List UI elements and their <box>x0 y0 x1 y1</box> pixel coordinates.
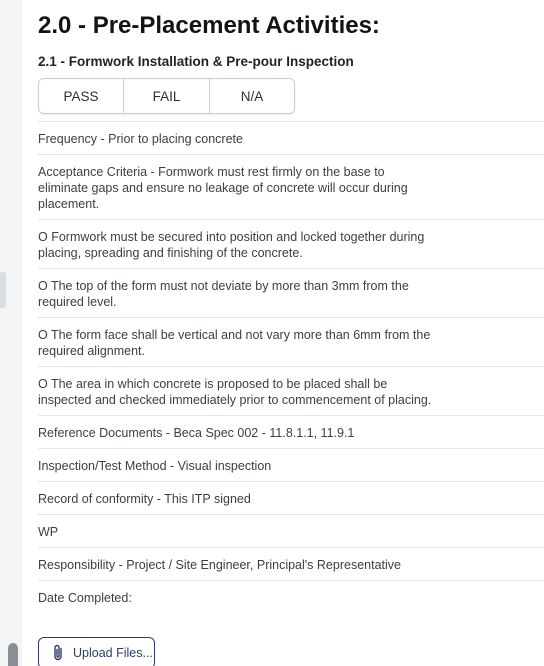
pass-button[interactable]: PASS <box>39 79 124 113</box>
criteria-list: Frequency - Prior to placing concrete Ac… <box>38 121 544 613</box>
frequency-row: Frequency - Prior to placing concrete <box>38 121 544 154</box>
itp-page: 2.0 - Pre-Placement Activities: 2.1 - Fo… <box>0 0 544 666</box>
row-text: Record of conformity - This ITP signed <box>38 492 251 506</box>
fail-button[interactable]: FAIL <box>124 79 210 113</box>
rail-marker <box>0 272 6 308</box>
row-text: Inspection/Test Method - Visual inspecti… <box>38 459 272 473</box>
upload-files-label: Upload Files... <box>73 646 153 660</box>
inspection-item-title: 2.1 - Formwork Installation & Pre-pour I… <box>38 54 354 69</box>
row-text: Responsibility - Project / Site Engineer… <box>38 558 401 572</box>
reference-documents-row: Reference Documents - Beca Spec 002 - 11… <box>38 415 544 448</box>
responsibility-row: Responsibility - Project / Site Engineer… <box>38 547 544 580</box>
hold-point-row: WP <box>38 514 544 547</box>
scrollbar-thumb[interactable] <box>8 643 18 666</box>
test-method-row: Inspection/Test Method - Visual inspecti… <box>38 448 544 481</box>
row-text: Acceptance Criteria - Formwork must rest… <box>38 165 408 211</box>
paperclip-icon <box>54 644 62 661</box>
row-text: O The top of the form must not deviate b… <box>38 279 409 309</box>
na-button[interactable]: N/A <box>210 79 294 113</box>
result-button-group: PASS FAIL N/A <box>38 78 295 114</box>
criterion-row: O The top of the form must not deviate b… <box>38 268 544 317</box>
criterion-row: O Formwork must be secured into position… <box>38 219 544 268</box>
date-completed-row: Date Completed: <box>38 580 544 613</box>
row-text: O The area in which concrete is proposed… <box>38 377 432 407</box>
row-text: Reference Documents - Beca Spec 002 - 11… <box>38 426 355 440</box>
row-text: Date Completed: <box>38 591 132 605</box>
section-title: 2.0 - Pre-Placement Activities: <box>38 12 380 39</box>
criterion-row: O The area in which concrete is proposed… <box>38 366 544 415</box>
left-rail <box>0 0 22 666</box>
row-text: O The form face shall be vertical and no… <box>38 328 431 358</box>
criterion-row: O The form face shall be vertical and no… <box>38 317 544 366</box>
acceptance-criteria-row: Acceptance Criteria - Formwork must rest… <box>38 154 544 219</box>
upload-files-button[interactable]: Upload Files... <box>38 637 155 666</box>
record-of-conformity-row: Record of conformity - This ITP signed <box>38 481 544 514</box>
row-text: Frequency - Prior to placing concrete <box>38 132 243 146</box>
row-text: WP <box>38 525 59 539</box>
row-text: O Formwork must be secured into position… <box>38 230 425 260</box>
